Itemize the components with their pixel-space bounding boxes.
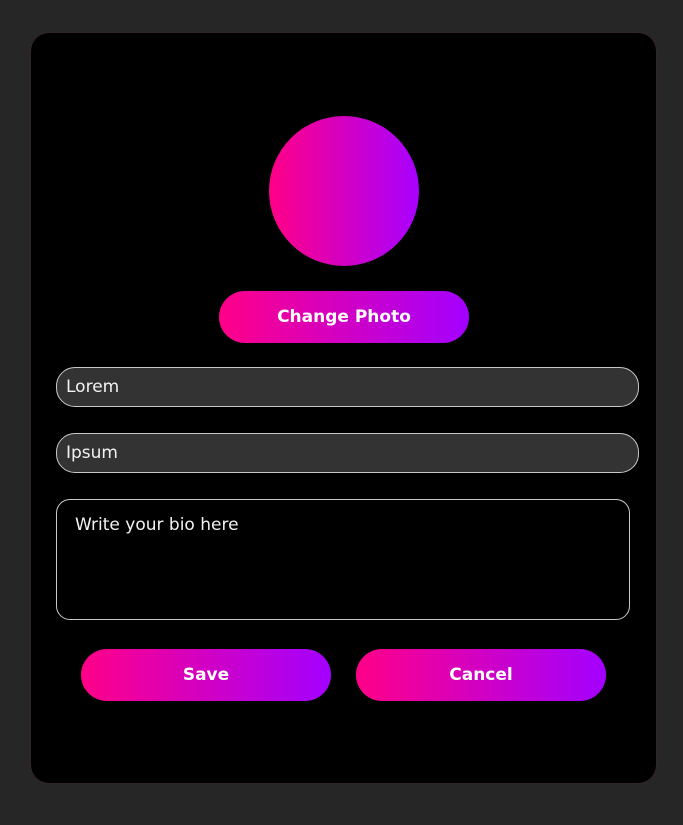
cancel-button[interactable]: Cancel [356,649,606,701]
last-name-input[interactable] [56,433,639,473]
bio-textarea[interactable] [56,499,630,620]
profile-card: Change Photo Save Cancel [31,33,656,783]
change-photo-button[interactable]: Change Photo [219,291,469,343]
first-name-input[interactable] [56,367,639,407]
save-button[interactable]: Save [81,649,331,701]
profile-avatar [269,116,419,266]
